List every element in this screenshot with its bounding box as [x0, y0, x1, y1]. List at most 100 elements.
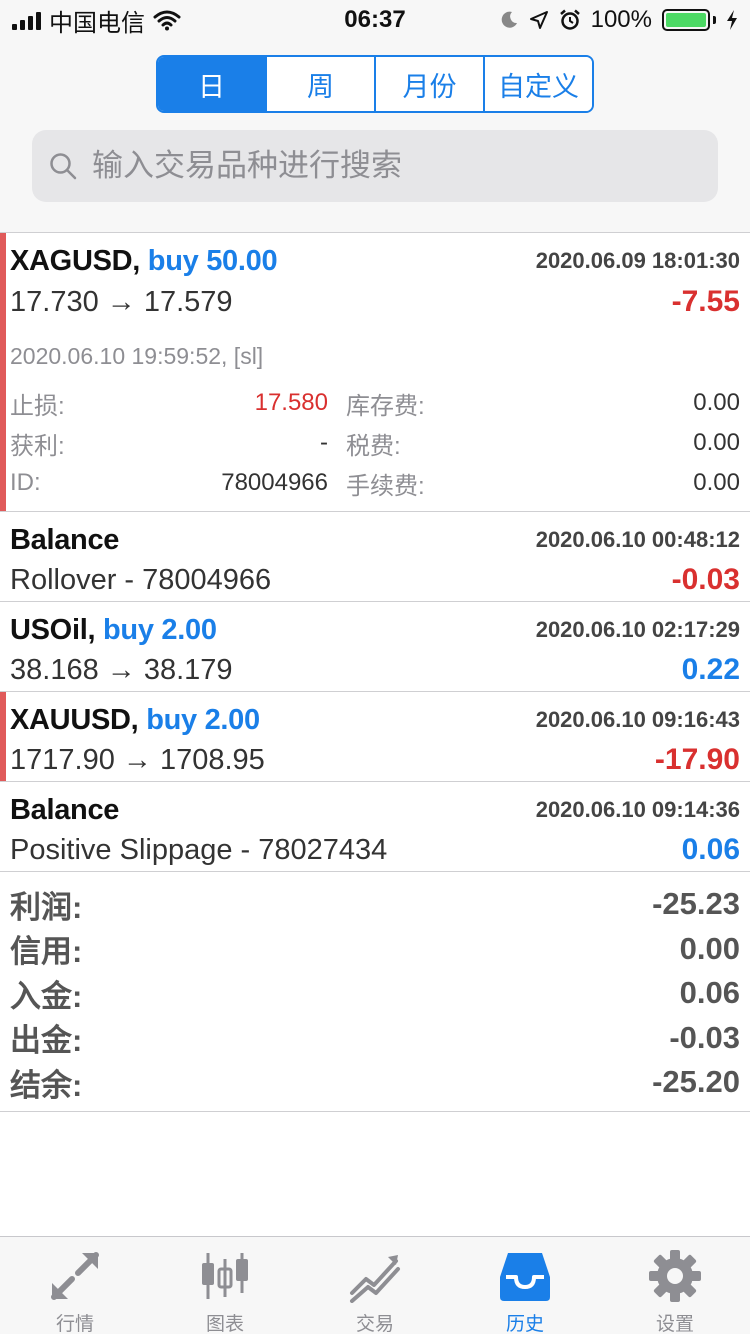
- trade-pl: -0.03: [671, 563, 740, 596]
- detail-tp-label: 获利:: [10, 432, 65, 460]
- trade-title: USOil, buy 2.00: [10, 614, 217, 647]
- trade-symbol: XAGUSD,: [10, 244, 141, 277]
- trade-pl: -17.90: [654, 743, 740, 776]
- charging-icon: [727, 10, 737, 30]
- tab-history[interactable]: 历史: [450, 1237, 600, 1334]
- alarm-icon: [559, 9, 580, 30]
- summary-value: -25.20: [652, 1064, 740, 1100]
- summary-profit: 利润: -25.23: [10, 882, 740, 927]
- trade-pl: 0.22: [681, 653, 740, 686]
- trade-prices: 17.730 → 17.579: [10, 285, 233, 318]
- summary-value: 0.00: [679, 930, 740, 966]
- trade-closed-info: 2020.06.10 19:59:52, [sl]: [10, 343, 264, 369]
- balance-description: Rollover - 78004966: [10, 563, 272, 596]
- trade-symbol: XAUUSD,: [10, 703, 139, 736]
- status-right: 100%: [438, 6, 738, 34]
- trade-icon: [347, 1249, 403, 1303]
- period-tab-week[interactable]: 周: [267, 57, 376, 111]
- detail-id-label: ID:: [10, 469, 41, 496]
- detail-swap: 库存费: 0.00: [328, 383, 740, 423]
- balance-row-slippage[interactable]: Balance 2020.06.10 09:14:36 Positive Sli…: [0, 782, 750, 872]
- tab-label: 设置: [655, 1314, 694, 1334]
- quotes-icon: [47, 1249, 103, 1303]
- trade-row-xagusd[interactable]: XAGUSD, buy 50.00 2020.06.09 18:01:30 17…: [0, 233, 750, 512]
- summary-label: 出金:: [10, 1023, 83, 1059]
- wifi-icon: [153, 10, 181, 31]
- trade-date: 2020.06.10 09:14:36: [535, 797, 740, 822]
- search-icon: [50, 153, 77, 180]
- trade-symbol: USOil,: [10, 613, 96, 646]
- summary-deposit: 入金: 0.06: [10, 971, 740, 1016]
- search-input[interactable]: [92, 148, 692, 184]
- trade-title: XAUUSD, buy 2.00: [10, 704, 260, 737]
- trade-date: 2020.06.10 00:48:12: [535, 527, 740, 552]
- status-time: 06:37: [344, 6, 406, 33]
- trade-direction: buy 2.00: [102, 613, 217, 646]
- tab-settings[interactable]: 设置: [600, 1237, 750, 1334]
- detail-swap-value: 0.00: [693, 389, 740, 416]
- tab-label: 行情: [55, 1314, 94, 1334]
- summary-withdrawal: 出金: -0.03: [10, 1016, 740, 1061]
- trade-details: 止损: 17.580 库存费: 0.00 获利: - 税费: 0.00 ID: …: [10, 383, 740, 503]
- balance-row-rollover[interactable]: Balance 2020.06.10 00:48:12 Rollover - 7…: [0, 512, 750, 602]
- summary-label: 入金:: [10, 978, 83, 1014]
- signal-icon: [12, 10, 41, 30]
- trade-direction: buy 2.00: [146, 703, 260, 736]
- detail-tp: 获利: -: [10, 423, 328, 463]
- trade-symbol: Balance: [10, 793, 120, 826]
- trade-symbol: Balance: [10, 523, 120, 556]
- trade-direction: buy 50.00: [147, 244, 278, 277]
- status-left: 中国电信: [12, 3, 312, 38]
- period-tab-month[interactable]: 月份: [376, 57, 485, 111]
- detail-id: ID: 78004966: [10, 463, 328, 503]
- tab-quotes[interactable]: 行情: [0, 1237, 150, 1334]
- detail-id-value: 78004966: [221, 469, 328, 496]
- location-icon: [529, 11, 548, 29]
- trade-prices: 1717.90 → 1708.95: [10, 743, 265, 776]
- summary-value: -0.03: [669, 1019, 740, 1055]
- summary-value: 0.06: [679, 975, 740, 1011]
- chart-icon: [197, 1249, 253, 1303]
- detail-sl-value: 17.580: [254, 389, 328, 416]
- trade-date: 2020.06.10 02:17:29: [535, 617, 740, 642]
- search-box[interactable]: [32, 130, 718, 202]
- trade-title: XAGUSD, buy 50.00: [10, 244, 278, 278]
- trade-row-usoil[interactable]: USOil, buy 2.00 2020.06.10 02:17:29 38.1…: [0, 602, 750, 692]
- trade-date: 2020.06.09 18:01:30: [535, 248, 740, 273]
- detail-tax-value: 0.00: [693, 429, 740, 456]
- summary-label: 结余:: [10, 1067, 83, 1103]
- tab-bar: 行情 图表 交易 历史 设置: [0, 1236, 750, 1334]
- tab-trade[interactable]: 交易: [300, 1237, 450, 1334]
- history-icon: [497, 1249, 553, 1303]
- summary-credit: 信用: 0.00: [10, 927, 740, 972]
- detail-sl: 止损: 17.580: [10, 383, 328, 423]
- trade-date: 2020.06.10 09:16:43: [535, 707, 740, 732]
- header-area: 日 周 月份 自定义: [0, 40, 750, 232]
- history-list: XAGUSD, buy 50.00 2020.06.09 18:01:30 17…: [0, 232, 750, 872]
- battery-icon: [662, 9, 716, 31]
- settings-icon: [647, 1249, 703, 1303]
- period-tab-custom[interactable]: 自定义: [485, 57, 592, 111]
- detail-tax: 税费: 0.00: [328, 423, 740, 463]
- period-tab-day[interactable]: 日: [158, 57, 267, 111]
- battery-percent: 100%: [590, 6, 652, 33]
- period-segmented-control: 日 周 月份 自定义: [156, 55, 594, 113]
- detail-tax-label: 税费:: [346, 432, 401, 460]
- summary-label: 利润:: [10, 889, 83, 925]
- detail-sl-label: 止损:: [10, 392, 65, 420]
- account-summary: 利润: -25.23 信用: 0.00 入金: 0.06 出金: -0.03 结…: [0, 882, 750, 1112]
- trade-prices: 38.168 → 38.179: [10, 653, 233, 686]
- detail-commission-value: 0.00: [693, 469, 740, 496]
- tab-label: 历史: [505, 1314, 544, 1334]
- tab-label: 交易: [355, 1314, 394, 1334]
- moon-icon: [501, 11, 517, 28]
- summary-balance: 结余: -25.20: [10, 1060, 740, 1105]
- detail-swap-label: 库存费:: [346, 392, 425, 420]
- detail-commission: 手续费: 0.00: [328, 463, 740, 503]
- balance-description: Positive Slippage - 78027434: [10, 833, 388, 866]
- detail-tp-value: -: [320, 429, 328, 456]
- summary-value: -25.23: [652, 886, 740, 922]
- trade-row-xauusd[interactable]: XAUUSD, buy 2.00 2020.06.10 09:16:43 171…: [0, 692, 750, 782]
- tab-chart[interactable]: 图表: [150, 1237, 300, 1334]
- detail-commission-label: 手续费:: [346, 472, 425, 500]
